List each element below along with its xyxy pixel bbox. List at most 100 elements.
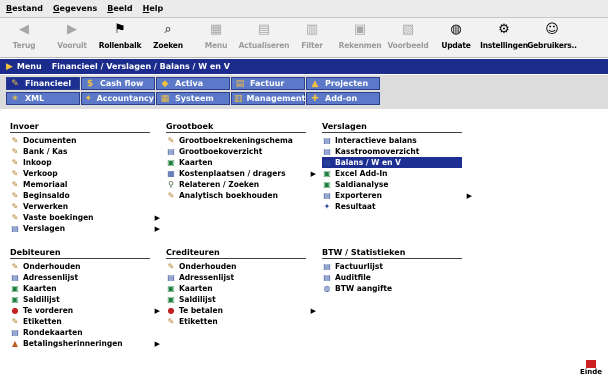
labels-icon: ✎ (167, 317, 175, 326)
menu-item-verslagen[interactable]: ▤ Verslagen ▶ (10, 223, 160, 234)
menu-item-btw-aangifte[interactable]: ◍ BTW aangifte (322, 283, 472, 294)
menu-item-analytisch-boekhouden[interactable]: ✎ Analytisch boekhouden (166, 190, 316, 201)
menu-item-etiketten[interactable]: ✎ Etiketten (10, 316, 160, 327)
menu-item-grootboekrekeningschema[interactable]: ✎ Grootboekrekeningschema (166, 135, 316, 146)
menu-item-adressenlijst[interactable]: ▤ Adressenlijst (166, 272, 316, 283)
menu-item-etiketten[interactable]: ✎ Etiketten (166, 316, 316, 327)
tab-label: Projecten (325, 79, 369, 88)
tab-factuur[interactable]: ▤ Factuur (231, 77, 305, 90)
menu-item-factuurlijst[interactable]: ▤ Factuurlijst (322, 261, 472, 272)
tab-management[interactable]: ▥ Management (231, 92, 305, 105)
menu-arrow-icon: ▶ (6, 61, 13, 72)
interactive-balance-icon: ▤ (323, 136, 331, 145)
menu-item-label: Analytisch boekhouden (179, 191, 278, 200)
menu-item-exporteren[interactable]: ▤ Exporteren ▶ (322, 190, 472, 201)
toolbar-button-label: Instellingen (480, 41, 528, 50)
toolbar-button-zoeken[interactable]: ⌕ Zoeken (144, 18, 192, 58)
menu-item-onderhouden[interactable]: ✎ Onderhouden (10, 261, 160, 272)
toolbar-button-menu[interactable]: ▦ Menu (192, 18, 240, 58)
menu-item-saldilijst[interactable]: ▣ Saldilijst (166, 294, 316, 305)
menu-item-bank---kas[interactable]: ✎ Bank / Kas (10, 146, 160, 157)
menu-item-label: Saldilijst (23, 295, 60, 304)
submenu-arrow-icon: ▶ (310, 169, 316, 178)
tab-accountancy[interactable]: ✦ Accountancy (81, 92, 155, 105)
menu-item-memoriaal[interactable]: ✎ Memoriaal (10, 179, 160, 190)
tab-label: Accountancy (96, 94, 154, 103)
toolbar-button-vooruit[interactable]: ▶ Vooruit (48, 18, 96, 58)
menu-item-kaarten[interactable]: ▣ Kaarten (10, 283, 160, 294)
menu-gegevens[interactable]: Gegevens (53, 4, 97, 13)
tab-financieel[interactable]: ✎ Financieel (6, 77, 80, 90)
tab-systeem[interactable]: ▦ Systeem (156, 92, 230, 105)
toolbar-button-update[interactable]: ◍ Update (432, 18, 480, 58)
tab-cashflow[interactable]: $ Cash flow (81, 77, 155, 90)
add-on-icon: ✚ (311, 93, 319, 104)
menu-item-saldianalyse[interactable]: ▣ Saldianalyse (322, 179, 472, 190)
menu-item-beginsaldo[interactable]: ✎ Beginsaldo (10, 190, 160, 201)
menu-item-rondekaarten[interactable]: ▤ Rondekaarten (10, 327, 160, 338)
menu-item-documenten[interactable]: ✎ Documenten (10, 135, 160, 146)
menu-item-saldilijst[interactable]: ▣ Saldilijst (10, 294, 160, 305)
toolbar-button-rekenmen[interactable]: ▣ Rekenmen (336, 18, 384, 58)
menu-item-te-betalen[interactable]: ● Te betalen ▶ (166, 305, 317, 316)
submenu-arrow-icon: ▶ (154, 339, 160, 348)
system-icon: ▦ (160, 93, 170, 104)
tab-projecten[interactable]: ▲ Projecten (306, 77, 380, 90)
auditfile-icon: ▤ (323, 273, 331, 282)
breadcrumb-menu-label[interactable]: Menu (17, 62, 42, 71)
menu-item-kostenplaatsen---dragers[interactable]: ▦ Kostenplaatsen / dragers ▶ (166, 168, 316, 179)
menu-item-resultaat[interactable]: ✦ Resultaat (322, 201, 472, 212)
menu-item-kaarten[interactable]: ▣ Kaarten (166, 283, 316, 294)
toolbar-button-instellingen[interactable]: ⚙ Instellingen (480, 18, 528, 58)
gear-icon: ⚙ (498, 22, 510, 37)
group-btw-statistieken: BTW / Statistieken ▤ Factuurlijst ▤ Auditfil… (322, 248, 472, 294)
menu-item-relateren---zoeken[interactable]: ⚲ Relateren / Zoeken (166, 179, 316, 190)
menu-bestand[interactable]: Bestand (6, 4, 43, 13)
menu-item-onderhouden[interactable]: ✎ Onderhouden (166, 261, 316, 272)
users-icon: ☺ (545, 22, 559, 37)
menu-item-excel-add-in[interactable]: ▣ Excel Add-In (322, 168, 472, 179)
menu-item-auditfile[interactable]: ▤ Auditfile (322, 272, 472, 283)
menu-item-adressenlijst[interactable]: ▤ Adressenlijst (10, 272, 160, 283)
menu-item-label: Memoriaal (23, 180, 68, 189)
preview-icon: ▧ (401, 22, 415, 37)
balance-list-icon: ▣ (11, 295, 19, 304)
excel-icon: ▣ (323, 169, 331, 178)
toolbar-button-rollenbalk[interactable]: ⚑ Rollenbalk (96, 18, 144, 58)
menu-item-label: Inkoop (23, 158, 52, 167)
menu-item-verwerken[interactable]: ✎ Verwerken (10, 201, 160, 212)
menu-item-te-vorderen[interactable]: ● Te vorderen ▶ (10, 305, 161, 316)
menu-item-label: Grootboekrekeningschema (179, 136, 293, 145)
menu-item-inkoop[interactable]: ✎ Inkoop (10, 157, 160, 168)
menu-item-label: Bank / Kas (23, 147, 68, 156)
menu-item-betalingsherinneringen[interactable]: ▲ Betalingsherinneringen ▶ (10, 338, 160, 349)
tab-xml[interactable]: ✶ XML (6, 92, 80, 105)
tab-label: Activa (175, 79, 204, 88)
toolbar-button-terug[interactable]: ◀ Terug (0, 18, 48, 58)
tab-addon[interactable]: ✚ Add-on (306, 92, 380, 105)
projects-icon: ▲ (311, 78, 319, 89)
menu-item-grootboekoverzicht[interactable]: ▤ Grootboekoverzicht (166, 146, 316, 157)
tab-activa[interactable]: ◆ Activa (156, 77, 230, 90)
reports-icon: ▤ (11, 224, 19, 233)
menu-item-label: Te betalen (179, 306, 223, 315)
toolbar-button-actualiseren[interactable]: ▤ Actualiseren (239, 18, 290, 58)
group-title: Invoer (10, 122, 150, 133)
menu-item-kasstroomoverzicht[interactable]: ▤ Kasstroomoverzicht (322, 146, 472, 157)
menu-item-balans---w-en-v[interactable]: ▤ Balans / W en V (322, 157, 462, 168)
group-invoer: Invoer ✎ Documenten ✎ Bank / Kas ✎ Inkoop ✎ Verk… (10, 122, 160, 234)
submenu-arrow-icon: ▶ (154, 306, 160, 315)
menu-item-kaarten[interactable]: ▣ Kaarten (166, 157, 316, 168)
menu-item-verkoop[interactable]: ✎ Verkoop (10, 168, 160, 179)
document-icon: ✎ (11, 136, 19, 145)
stop-button[interactable]: Einde (578, 360, 604, 378)
menu-beeld[interactable]: Beeld (107, 4, 132, 13)
menu-item-interactieve-balans[interactable]: ▤ Interactieve balans (322, 135, 472, 146)
menu-item-vaste-boekingen[interactable]: ✎ Vaste boekingen ▶ (10, 212, 160, 223)
toolbar-button-filter[interactable]: ▥ Filter (288, 18, 336, 58)
toolbar-button-voorbeeld[interactable]: ▧ Voorbeeld (384, 18, 432, 58)
menu-help[interactable]: Help (143, 4, 164, 13)
menu-item-label: Balans / W en V (335, 158, 401, 167)
toolbar-button-gebruikers[interactable]: ☺ Gebruikers.. (527, 18, 577, 58)
payable-icon: ● (167, 306, 175, 315)
